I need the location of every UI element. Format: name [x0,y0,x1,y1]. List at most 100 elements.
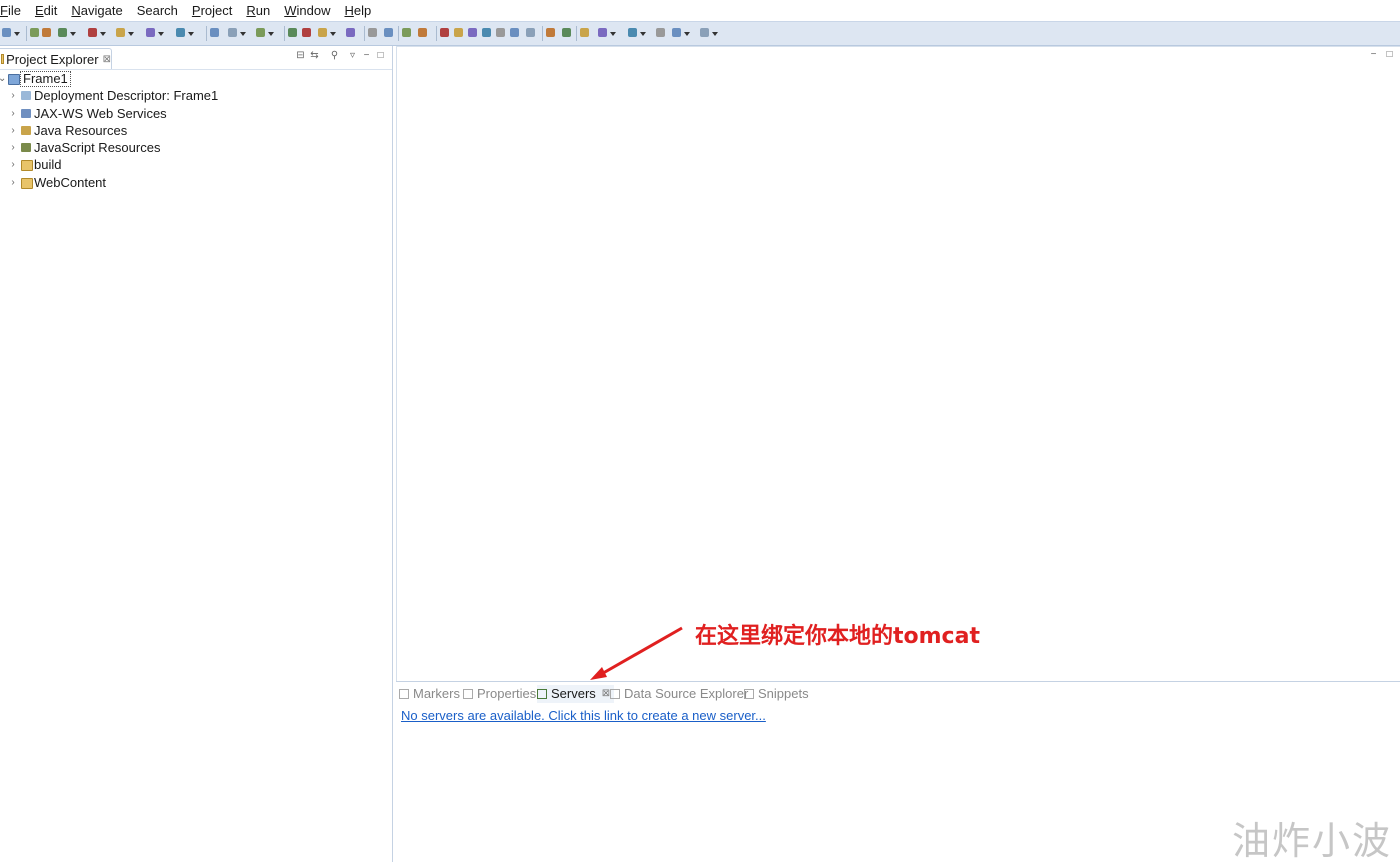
minimize-icon[interactable]: − [362,51,371,61]
tab-servers[interactable]: Servers ⊠ [537,685,615,703]
toolbar-button-icon[interactable] [42,28,51,37]
tree-node[interactable]: › Java Resources [0,122,392,139]
toolbar-button-icon[interactable] [526,28,535,37]
watermark: 油炸小波 [1232,819,1393,862]
toolbar-button-icon[interactable] [700,28,709,37]
view-menu-icon[interactable]: ▿ [348,51,357,61]
toolbar-separator [206,26,207,41]
toolbar-button-icon[interactable] [116,28,125,37]
markers-icon [399,689,409,699]
menu-run[interactable]: Run [242,0,274,21]
toolbar-button-icon[interactable] [88,28,97,37]
toolbar-button-icon[interactable] [30,28,39,37]
menu-file[interactable]: File [0,0,25,21]
menu-window[interactable]: Window [280,0,334,21]
dropdown-arrow-icon[interactable] [240,32,246,36]
create-server-link[interactable]: No servers are available. Click this lin… [401,708,766,723]
toolbar-button-icon[interactable] [302,28,311,37]
toolbar-button-icon[interactable] [656,28,665,37]
toolbar-separator [364,26,365,41]
toolbar-button-icon[interactable] [146,28,155,37]
dropdown-arrow-icon[interactable] [188,32,194,36]
chevron-right-icon[interactable]: › [9,87,17,104]
dropdown-arrow-icon[interactable] [712,32,718,36]
dropdown-arrow-icon[interactable] [268,32,274,36]
dropdown-arrow-icon[interactable] [100,32,106,36]
chevron-right-icon[interactable]: › [9,139,17,156]
toolbar-button-icon[interactable] [418,28,427,37]
toolbar-button-icon[interactable] [384,28,393,37]
toolbar-button-icon[interactable] [562,28,571,37]
toolbar-button-icon[interactable] [368,28,377,37]
toolbar-button-icon[interactable] [496,28,505,37]
toolbar-button-icon[interactable] [346,28,355,37]
menu-project[interactable]: Project [188,0,236,21]
tree-root-row[interactable]: ⌄ Frame1 [0,70,392,87]
menu-search[interactable]: Search [133,0,182,21]
chevron-right-icon[interactable]: › [9,174,17,191]
tree-root-label: Frame1 [20,71,71,87]
dropdown-arrow-icon[interactable] [70,32,76,36]
toolbar-button-icon[interactable] [318,28,327,37]
toolbar-button-icon[interactable] [546,28,555,37]
toolbar-button-icon[interactable] [440,28,449,37]
tab-project-explorer[interactable]: Project Explorer ⊠ [0,48,112,69]
menu-edit[interactable]: Edit [31,0,61,21]
toolbar-button-icon[interactable] [288,28,297,37]
dropdown-arrow-icon[interactable] [128,32,134,36]
toolbar-button-icon[interactable] [598,28,607,37]
close-icon[interactable]: ⊠ [602,685,610,703]
tab-snippets[interactable]: Snippets [744,685,809,703]
tree-node[interactable]: › WebContent [0,174,392,191]
toolbar-button-icon[interactable] [228,28,237,37]
dropdown-arrow-icon[interactable] [684,32,690,36]
editor-area[interactable]: − □ [396,46,1400,682]
tree-node[interactable]: › JavaScript Resources [0,139,392,156]
annotation-text: 在这里绑定你本地的tomcat [695,624,980,649]
toolbar-separator [576,26,577,41]
minimize-icon[interactable]: − [1369,50,1378,60]
dropdown-arrow-icon[interactable] [640,32,646,36]
main-toolbar [0,21,1400,46]
toolbar-button-icon[interactable] [628,28,637,37]
menu-navigate[interactable]: Navigate [67,0,126,21]
chevron-right-icon[interactable]: › [9,105,17,122]
dropdown-arrow-icon[interactable] [158,32,164,36]
filter-icon[interactable]: ⚲ [330,51,339,61]
maximize-icon[interactable]: □ [1385,50,1394,60]
tree-node[interactable]: › JAX-WS Web Services [0,105,392,122]
chevron-right-icon[interactable]: › [9,122,17,139]
tab-data-source-explorer[interactable]: Data Source Explorer [610,685,748,703]
expand-down-icon[interactable]: ⌄ [0,70,6,87]
toolbar-button-icon[interactable] [454,28,463,37]
toolbar-button-icon[interactable] [672,28,681,37]
dropdown-arrow-icon[interactable] [610,32,616,36]
toolbar-separator [436,26,437,41]
toolbar-button-icon[interactable] [510,28,519,37]
tab-properties[interactable]: Properties [463,685,536,703]
maximize-icon[interactable]: □ [376,51,385,61]
tab-label: Properties [477,686,537,701]
toolbar-button-icon[interactable] [580,28,589,37]
toolbar-button-icon[interactable] [256,28,265,37]
close-icon[interactable]: ⊠ [103,54,111,65]
menu-help[interactable]: Help [340,0,375,21]
link-with-editor-icon[interactable]: ⇆ [310,51,319,61]
tree-node-label: JAX-WS Web Services [34,105,167,121]
tree-node[interactable]: › Deployment Descriptor: Frame1 [0,87,392,104]
tab-markers[interactable]: Markers [399,685,460,703]
toolbar-button-icon[interactable] [210,28,219,37]
toolbar-button-icon[interactable] [482,28,491,37]
dropdown-arrow-icon[interactable] [330,32,336,36]
chevron-right-icon[interactable]: › [9,156,17,173]
toolbar-button-icon[interactable] [402,28,411,37]
tree-node-label: Java Resources [34,122,128,138]
toolbar-button-icon[interactable] [176,28,185,37]
deployment-descriptor-icon [21,91,31,101]
toolbar-button-icon[interactable] [2,28,11,37]
toolbar-button-icon[interactable] [468,28,477,37]
tree-node[interactable]: › build [0,156,392,173]
collapse-all-icon[interactable]: ⊟ [296,51,305,61]
toolbar-button-icon[interactable] [58,28,67,37]
dropdown-arrow-icon[interactable] [14,32,20,36]
